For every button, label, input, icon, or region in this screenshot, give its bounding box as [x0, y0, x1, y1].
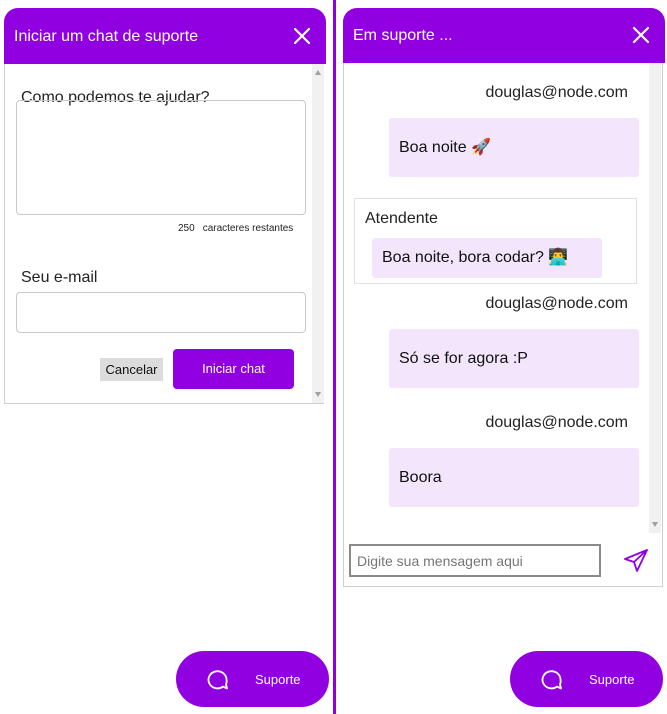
cancel-button[interactable]: Cancelar — [100, 358, 163, 381]
chat-panel: Em suporte ... douglas@node.com Boa noit… — [343, 8, 665, 587]
chat-messages: douglas@node.com Boa noite 🚀 Atendente B… — [344, 63, 663, 533]
panel-divider — [333, 0, 336, 714]
scroll-down-arrow-icon[interactable] — [315, 392, 321, 397]
email-input[interactable] — [16, 292, 306, 333]
close-icon[interactable] — [292, 26, 312, 46]
chat-title: Em suporte ... — [353, 27, 453, 44]
message-bubble: Boa noite 🚀 — [389, 118, 639, 177]
message-input[interactable] — [349, 544, 601, 577]
chat-header: Em suporte ... — [343, 8, 665, 63]
agent-message: Atendente Boa noite, bora codar? 👨‍💻 — [354, 198, 637, 284]
message-sender: douglas@node.com — [485, 295, 628, 312]
start-chat-button[interactable]: Iniciar chat — [173, 349, 294, 389]
scroll-down-arrow-icon[interactable] — [652, 522, 658, 527]
support-form-body: Como podemos te ajudar? 250 caracteres re… — [5, 64, 324, 403]
support-fab-button[interactable]: Suporte — [510, 651, 663, 707]
support-form-scrollbar[interactable] — [312, 64, 324, 403]
support-fab-label: Suporte — [255, 672, 301, 687]
chat-bubble-icon — [207, 670, 228, 690]
message-bubble: Boa noite, bora codar? 👨‍💻 — [372, 238, 602, 278]
message-sender: douglas@node.com — [485, 84, 628, 101]
help-textarea[interactable] — [16, 100, 306, 215]
send-icon[interactable] — [623, 548, 649, 574]
close-icon[interactable] — [631, 25, 651, 45]
chat-bubble-icon — [541, 670, 562, 690]
chars-remaining-count: 250 — [178, 223, 195, 234]
message-bubble: Só se for agora :P — [389, 329, 639, 388]
support-form-header: Iniciar um chat de suporte — [4, 8, 326, 64]
message-bubble: Boora — [389, 448, 639, 507]
chars-remaining: 250 caracteres restantes — [178, 223, 293, 235]
support-fab-button[interactable]: Suporte — [176, 651, 329, 707]
message-sender: Atendente — [365, 210, 438, 227]
chat-scrollbar[interactable] — [649, 63, 661, 533]
support-form-panel: Iniciar um chat de suporte Como podemos … — [4, 8, 326, 404]
support-form-title: Iniciar um chat de suporte — [14, 28, 199, 45]
scroll-up-arrow-icon[interactable] — [315, 70, 321, 75]
email-label: Seu e-mail — [21, 269, 98, 286]
message-sender: douglas@node.com — [485, 414, 628, 431]
chars-remaining-label: caracteres restantes — [202, 223, 294, 234]
support-fab-label: Suporte — [589, 672, 635, 687]
